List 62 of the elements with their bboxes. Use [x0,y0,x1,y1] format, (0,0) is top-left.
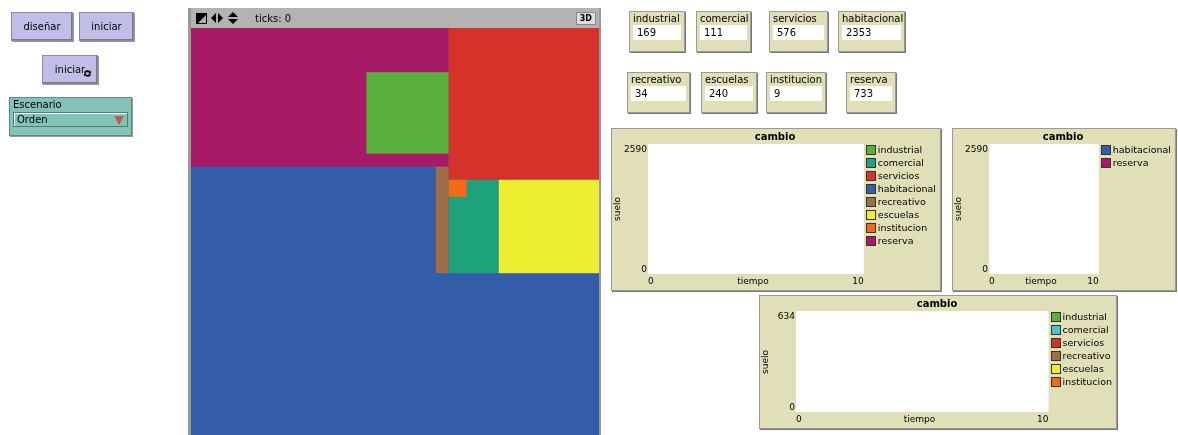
legend-label: recreativo [877,196,926,207]
monitor-value: 240 [705,86,753,101]
tick-label: 0 [641,264,647,274]
monitor-value: 576 [773,25,824,40]
tick-label: 0 [796,414,802,424]
tick-label: 10 [852,276,864,286]
legend-label: escuelas [1062,363,1104,374]
legend-label: reserva [877,235,914,246]
ticks-counter: ticks: 0 [255,12,293,24]
monitor-label: reserva [850,74,889,85]
plot-title: cambio [753,131,797,142]
monitor-label: comercial [700,13,747,24]
axis-label: suelo [953,197,964,221]
legend-label: institucion [877,222,928,233]
monitor-value: 34 [631,86,686,101]
legend-label: reserva [1112,157,1149,168]
monitor-value: 733 [850,86,892,101]
legend-label: comercial [877,157,924,168]
legend-label: escuelas [877,209,920,220]
axis-label: tiempo [737,276,769,286]
tick-label: 10 [1037,414,1049,424]
command-button[interactable]: iniciar [79,12,134,41]
legend-label: habitacional [1112,144,1171,155]
axis-label: suelo [612,197,623,221]
monitor-value: 111 [700,25,747,40]
tick-label: 10 [1087,276,1099,286]
legend-label: industrial [877,144,923,155]
tick-label: 0 [982,264,988,274]
scenario-dropdown[interactable]: Orden [13,112,128,127]
3d-button[interactable]: 3D [575,11,596,25]
legend-label: comercial [1062,324,1109,335]
legend-label: servicios [877,170,920,181]
legend-label: habitacional [877,183,936,194]
tick-label: 0 [648,276,654,286]
monitor-value: 169 [633,25,681,40]
legend-label: institucion [1062,376,1112,387]
monitor-label: recreativo [631,74,683,85]
tick-label: 0 [989,276,995,286]
command-button[interactable]: iniciar [42,55,98,84]
tick-label: 2590 [624,144,647,154]
monitor-value: 2353 [842,25,901,40]
dropdown-arrow-icon [114,114,124,125]
chooser-label: Escenario [13,99,63,110]
tick-label: 634 [777,311,795,321]
monitor-label: servicios [773,13,818,24]
legend-label: recreativo [1062,350,1111,361]
monitor-label: industrial [633,13,681,24]
monitor-value: 9 [770,86,822,101]
monitor-label: habitacional [842,13,901,24]
monitor-label: escuelas [705,74,750,85]
command-button[interactable]: diseñar [11,12,73,41]
axis-label: suelo [760,349,771,374]
legend-label: industrial [1062,311,1107,322]
tick-label: 2590 [965,144,988,154]
tick-label: 0 [789,402,795,412]
plot-title: cambio [915,298,959,309]
repeat-icon [83,69,92,78]
legend-label: servicios [1062,337,1105,348]
plot-title: cambio [1041,131,1085,142]
monitor-label: institucion [770,74,822,85]
axis-label: tiempo [903,414,936,424]
axis-label: tiempo [1025,276,1057,286]
